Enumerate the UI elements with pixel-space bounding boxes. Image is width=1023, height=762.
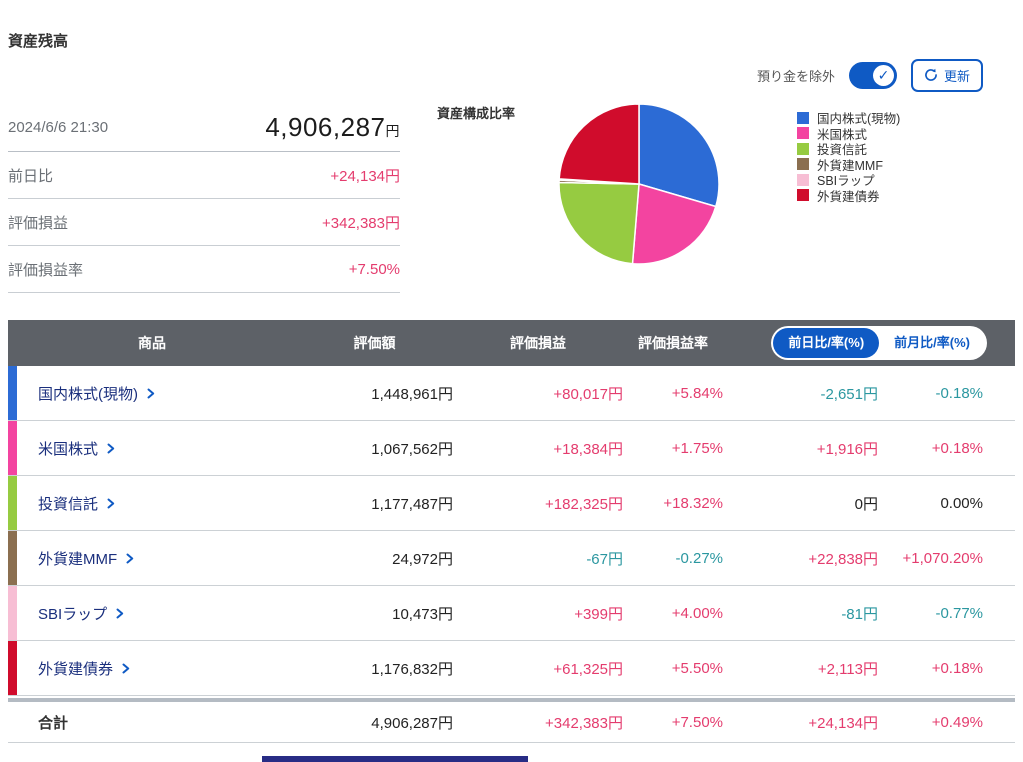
day-change-cell: 0円 xyxy=(854,495,878,513)
product-link[interactable]: 国内株式(現物) xyxy=(38,383,138,404)
day-rate-cell: +1,070.20% xyxy=(902,549,984,567)
table-row[interactable]: 国内株式(現物) 1,448,961円 +80,017円 +5.84% -2,6… xyxy=(8,366,1015,421)
table-row[interactable]: 外貨建MMF 24,972円 -67円 -0.27% +22,838円 +1,0… xyxy=(8,531,1015,586)
row-color-bar xyxy=(8,366,17,420)
legend-swatch xyxy=(797,142,809,155)
legend-swatch xyxy=(797,173,809,186)
pl-cell: +61,325円 xyxy=(553,660,623,678)
valuation-cell: 24,972円 xyxy=(392,550,453,568)
row-color-bar xyxy=(8,476,17,530)
header-controls: 預り金を除外 ✓ 更新 xyxy=(756,58,983,92)
exclude-deposits-label: 預り金を除外 xyxy=(756,68,835,84)
header-pl-rate: 評価損益率 xyxy=(638,335,708,351)
pl-rate-cell: -0.27% xyxy=(675,549,723,567)
day-rate-cell: 0.00% xyxy=(940,494,983,512)
refresh-icon xyxy=(925,68,937,81)
pl-cell: +182,325円 xyxy=(545,495,623,513)
refresh-label: 更新 xyxy=(943,68,970,84)
pl-rate-cell: +4.00% xyxy=(671,604,723,622)
valuation-cell: 1,177,487円 xyxy=(371,495,453,513)
chevron-right-icon xyxy=(122,663,130,673)
toggle-check-icon: ✓ xyxy=(872,64,894,86)
table-row[interactable]: 投資信託 1,177,487円 +182,325円 +18.32% 0円 0.0… xyxy=(8,476,1015,531)
pl-rate-cell: +5.50% xyxy=(671,659,723,677)
summary-total-row: 2024/6/6 21:30 4,906,287円 xyxy=(8,103,400,152)
period-toggle-day[interactable]: 前日比/率(%) xyxy=(773,328,880,358)
pl-cell: +18,384円 xyxy=(553,440,623,458)
day-change-cell: +2,113円 xyxy=(817,660,878,678)
total-label: 合計 xyxy=(38,714,69,732)
legend-item: 外貨建債券 xyxy=(797,188,900,204)
day-change-cell: +1,916円 xyxy=(816,440,878,458)
day-rate-cell: -0.77% xyxy=(935,604,983,622)
day-change-cell: -2,651円 xyxy=(820,385,878,403)
pie-chart-title: 資産構成比率 xyxy=(437,106,516,121)
pl-rate-cell: +18.32% xyxy=(663,494,723,512)
chevron-right-icon xyxy=(147,388,155,398)
legend-swatch xyxy=(797,111,809,124)
pie-legend: 国内株式(現物) 米国株式 投資信託 外貨建MMF SBIラップ 外貨建債券 xyxy=(797,110,900,204)
chevron-right-icon xyxy=(126,553,134,563)
row-color-bar xyxy=(8,421,17,475)
valuation-cell: 10,473円 xyxy=(392,605,453,623)
table-header: 商品 評価額 評価損益 評価損益率 前日比/率(%) 前月比/率(%) xyxy=(8,320,1015,366)
pie-slice xyxy=(558,103,640,185)
footer-bar-partial xyxy=(262,756,528,762)
header-valuation: 評価額 xyxy=(353,335,396,351)
exclude-deposits-toggle[interactable]: ✓ xyxy=(848,61,897,89)
row-color-bar xyxy=(8,641,17,695)
day-rate-cell: +0.18% xyxy=(931,659,983,677)
product-link[interactable]: SBIラップ xyxy=(38,603,107,624)
valuation-cell: 1,067,562円 xyxy=(371,440,453,458)
chevron-right-icon xyxy=(116,608,124,618)
period-toggle-month[interactable]: 前月比/率(%) xyxy=(879,328,985,358)
table-total-row: 合計 4,906,287円 +342,383円 +7.50% +24,134円 … xyxy=(8,698,1015,743)
page-title: 資産残高 xyxy=(8,33,69,50)
table-row[interactable]: 米国株式 1,067,562円 +18,384円 +1.75% +1,916円 … xyxy=(8,421,1015,476)
asset-table: 商品 評価額 評価損益 評価損益率 前日比/率(%) 前月比/率(%) 国内株式(… xyxy=(8,320,1015,743)
pie-slice xyxy=(558,181,640,265)
pl-rate-cell: +5.84% xyxy=(671,384,723,402)
day-rate-cell: +0.18% xyxy=(931,439,983,457)
day-rate-cell: -0.18% xyxy=(935,384,983,402)
total-pl-rate: +7.50% xyxy=(671,713,723,731)
chevron-right-icon xyxy=(107,498,115,508)
valuation-cell: 1,448,961円 xyxy=(371,385,453,403)
chevron-right-icon xyxy=(107,443,115,453)
product-link[interactable]: 外貨建MMF xyxy=(38,548,117,569)
total-day-change: +24,134円 xyxy=(808,714,878,732)
legend-swatch xyxy=(797,189,809,202)
timestamp: 2024/6/6 21:30 xyxy=(8,118,109,136)
pl-rate-cell: +1.75% xyxy=(671,439,723,457)
pl-cell: -67円 xyxy=(586,550,623,568)
row-color-bar xyxy=(8,531,17,585)
row-color-bar xyxy=(8,586,17,640)
header-product: 商品 xyxy=(138,335,166,351)
legend-swatch xyxy=(797,158,809,171)
product-link[interactable]: 米国株式 xyxy=(38,438,98,459)
total-pl: +342,383円 xyxy=(545,714,623,732)
summary-row-pl-rate: 評価損益率 +7.50% xyxy=(8,246,400,293)
table-row[interactable]: 外貨建債券 1,176,832円 +61,325円 +5.50% +2,113円… xyxy=(8,641,1015,696)
day-change-cell: +22,838円 xyxy=(808,550,878,568)
pl-cell: +80,017円 xyxy=(553,385,623,403)
table-row[interactable]: SBIラップ 10,473円 +399円 +4.00% -81円 -0.77% xyxy=(8,586,1015,641)
total-day-rate: +0.49% xyxy=(931,713,983,731)
legend-swatch xyxy=(797,127,809,140)
valuation-cell: 1,176,832円 xyxy=(371,660,453,678)
total-valuation: 4,906,287円 xyxy=(371,714,453,732)
summary-row-pl: 評価損益 +342,383円 xyxy=(8,199,400,246)
summary-panel: 2024/6/6 21:30 4,906,287円 前日比 +24,134円 評… xyxy=(8,103,400,293)
pl-cell: +399円 xyxy=(574,605,623,623)
header-pl: 評価損益 xyxy=(510,335,566,351)
summary-row-day-change: 前日比 +24,134円 xyxy=(8,152,400,199)
product-link[interactable]: 外貨建債券 xyxy=(38,658,113,679)
total-asset-value: 4,906,287円 xyxy=(265,111,400,142)
day-change-cell: -81円 xyxy=(841,605,878,623)
legend-label: 外貨建債券 xyxy=(817,189,880,204)
product-link[interactable]: 投資信託 xyxy=(38,493,98,514)
period-toggle-group: 前日比/率(%) 前月比/率(%) xyxy=(771,326,987,360)
pie-chart xyxy=(557,102,721,271)
refresh-button[interactable]: 更新 xyxy=(910,58,983,92)
